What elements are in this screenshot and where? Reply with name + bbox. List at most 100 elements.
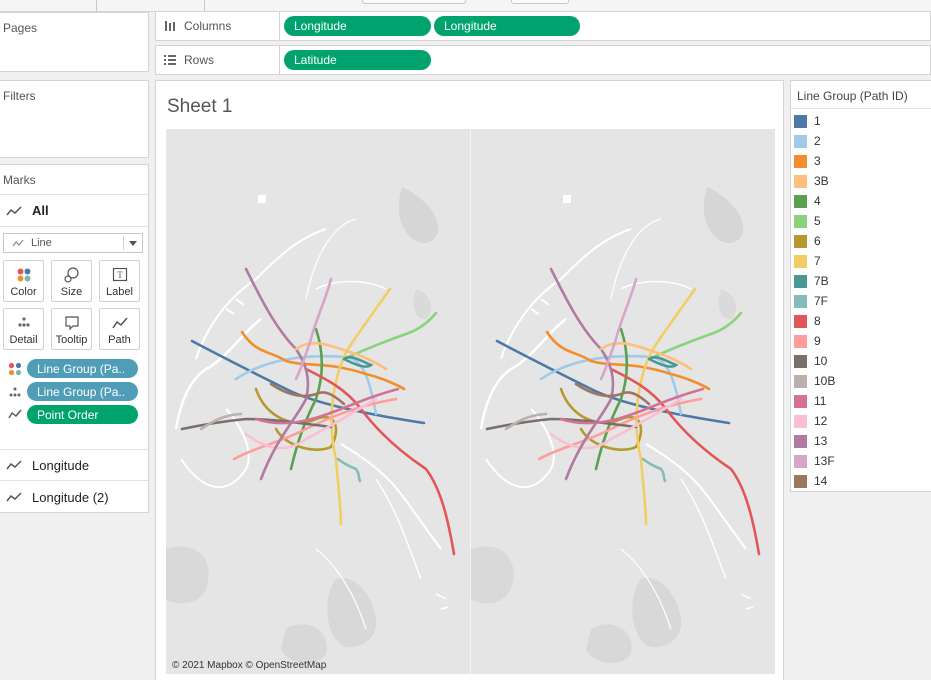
legend-item[interactable]: 14 bbox=[794, 471, 827, 491]
legend-label: 10B bbox=[814, 374, 836, 388]
legend-label: 7F bbox=[814, 294, 829, 308]
legend-label: 8 bbox=[814, 314, 821, 328]
legend-item[interactable]: 6 bbox=[794, 231, 821, 251]
legend-item[interactable]: 7 bbox=[794, 251, 821, 271]
legend-swatch bbox=[794, 274, 807, 288]
legend-swatch bbox=[794, 134, 807, 148]
size-button-label: Size bbox=[60, 286, 83, 298]
rows-pill-latitude[interactable]: Latitude bbox=[284, 50, 431, 70]
color-button[interactable]: Color bbox=[3, 260, 44, 302]
legend-swatch bbox=[794, 374, 807, 388]
marks-title: Marks bbox=[3, 172, 36, 187]
rows-icon bbox=[164, 55, 176, 65]
svg-text:T: T bbox=[117, 270, 123, 280]
mark-type-dropdown[interactable]: Line bbox=[3, 233, 143, 253]
legend-swatch bbox=[794, 114, 807, 128]
columns-shelf[interactable]: Columns Longitude Longitude bbox=[155, 11, 931, 41]
toolbar-divider bbox=[96, 0, 97, 11]
line-mark-icon bbox=[6, 491, 22, 503]
legend-label: 13 bbox=[814, 434, 828, 448]
tooltip-button[interactable]: Tooltip bbox=[51, 308, 92, 350]
detail-dots-icon bbox=[4, 315, 43, 331]
legend-label: 2 bbox=[814, 134, 821, 148]
rows-label: Rows bbox=[184, 53, 215, 67]
legend-swatch bbox=[794, 174, 807, 188]
line-mark-icon bbox=[6, 205, 22, 217]
legend-item[interactable]: 13 bbox=[794, 431, 827, 451]
marks-card-longitude[interactable]: Longitude bbox=[0, 449, 148, 481]
marks-all-label: All bbox=[32, 203, 49, 218]
marks-all-tab[interactable]: All bbox=[0, 195, 148, 227]
legend-label: 11 bbox=[814, 394, 827, 408]
legend-item[interactable]: 1 bbox=[794, 111, 821, 131]
legend-label: 7B bbox=[814, 274, 829, 288]
legend-item[interactable]: 11 bbox=[794, 391, 826, 411]
legend-item[interactable]: 2 bbox=[794, 131, 821, 151]
path-button[interactable]: Path bbox=[99, 308, 140, 350]
rows-shelf[interactable]: Rows Latitude bbox=[155, 45, 931, 75]
legend-item[interactable]: 10 bbox=[794, 351, 827, 371]
toolbar-divider bbox=[204, 0, 205, 11]
path-button-label: Path bbox=[108, 334, 131, 346]
legend-item[interactable]: 7B bbox=[794, 271, 829, 291]
columns-pill-longitude-2[interactable]: Longitude bbox=[434, 16, 580, 36]
detail-button-label: Detail bbox=[9, 334, 38, 346]
label-button-label: Label bbox=[106, 286, 133, 298]
legend-item[interactable]: 10B bbox=[794, 371, 835, 391]
legend-item[interactable]: 12 bbox=[794, 411, 827, 431]
legend-swatch bbox=[794, 474, 807, 488]
label-button[interactable]: T Label bbox=[99, 260, 140, 302]
columns-icon bbox=[164, 20, 176, 32]
pill-label: Longitude bbox=[444, 19, 497, 33]
detail-field-pill[interactable]: Line Group (Pa.. bbox=[27, 382, 138, 401]
size-button[interactable]: Size bbox=[51, 260, 92, 302]
legend-item[interactable]: 8 bbox=[794, 311, 821, 331]
legend-label: 9 bbox=[814, 334, 821, 348]
path-icon bbox=[100, 315, 139, 331]
legend-swatch bbox=[794, 234, 807, 248]
filters-shelf[interactable]: Filters bbox=[0, 80, 149, 158]
legend-item[interactable]: 5 bbox=[794, 211, 821, 231]
pages-label: Pages bbox=[3, 21, 38, 35]
toolbar-tab[interactable] bbox=[511, 0, 569, 4]
pages-shelf[interactable]: Pages bbox=[0, 12, 149, 72]
line-mark-icon bbox=[12, 239, 24, 248]
legend-item[interactable]: 4 bbox=[794, 191, 821, 211]
marks-card-longitude-2[interactable]: Longitude (2) bbox=[0, 481, 148, 513]
legend-label: 4 bbox=[814, 194, 821, 208]
legend-swatch bbox=[794, 294, 807, 308]
legend-swatch bbox=[794, 194, 807, 208]
legend-swatch bbox=[794, 354, 807, 368]
legend-divider bbox=[791, 108, 931, 109]
legend-label: 7 bbox=[814, 254, 821, 268]
detail-dots-icon bbox=[8, 386, 22, 401]
legend-item[interactable]: 7F bbox=[794, 291, 828, 311]
path-field-pill[interactable]: Point Order bbox=[27, 405, 138, 424]
pill-label: Latitude bbox=[294, 53, 337, 67]
legend-swatch bbox=[794, 334, 807, 348]
chevron-down-icon bbox=[129, 241, 137, 246]
legend-swatch bbox=[794, 214, 807, 228]
marks-header: Marks bbox=[0, 165, 148, 195]
path-line-icon bbox=[8, 408, 22, 423]
color-button-label: Color bbox=[10, 286, 37, 298]
legend-item[interactable]: 13F bbox=[794, 451, 835, 471]
dropdown-divider bbox=[123, 236, 124, 250]
legend-label: 3B bbox=[814, 174, 829, 188]
columns-pill-longitude[interactable]: Longitude bbox=[284, 16, 431, 36]
sheet-title: Sheet 1 bbox=[167, 96, 233, 117]
legend-swatch bbox=[794, 394, 807, 408]
legend-item[interactable]: 3B bbox=[794, 171, 829, 191]
line-mark-icon bbox=[6, 459, 22, 471]
field-pill-label: Line Group (Pa.. bbox=[37, 361, 126, 376]
mark-type-value: Line bbox=[31, 237, 52, 249]
legend-label: 14 bbox=[814, 474, 828, 488]
legend-swatch bbox=[794, 154, 807, 168]
toolbar-tab[interactable] bbox=[362, 0, 466, 4]
legend-item[interactable]: 9 bbox=[794, 331, 821, 351]
legend-label: 3 bbox=[814, 154, 821, 168]
map-view[interactable]: © 2021 Mapbox © OpenStreetMap bbox=[166, 129, 775, 674]
detail-button[interactable]: Detail bbox=[3, 308, 44, 350]
legend-item[interactable]: 3 bbox=[794, 151, 821, 171]
color-field-pill[interactable]: Line Group (Pa.. bbox=[27, 359, 138, 378]
